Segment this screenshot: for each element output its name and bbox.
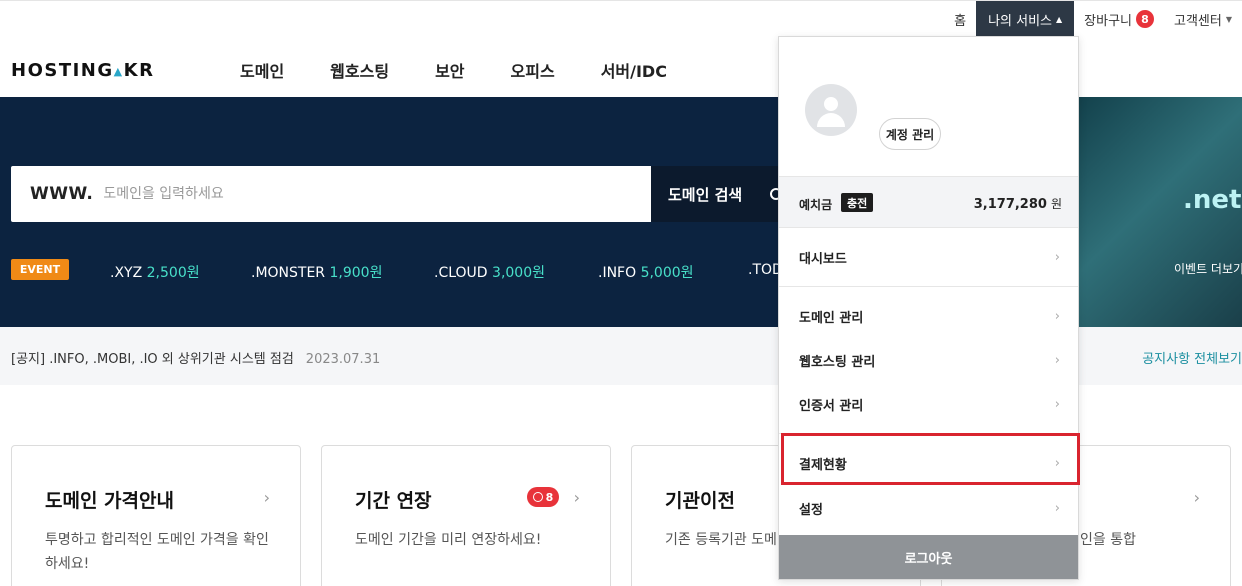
notice-view-all-link[interactable]: 공지사항 전체보기 (1142, 348, 1242, 367)
menu-label: 인증서 관리 (799, 398, 864, 414)
chevron-right-icon: › (1193, 488, 1200, 507)
account-manage-button[interactable]: 계정 관리 (879, 118, 941, 150)
promo-price: 1,900원 (329, 265, 383, 281)
my-service-dropdown: 계정 관리 예치금 충전 3,177,280 원 대시보드 › 도메인 관리 › 웹호… (778, 36, 1079, 580)
promo-monster[interactable]: .MONSTER 1,900원 (251, 262, 382, 282)
menu-cert-manage[interactable]: 인증서 관리 › (779, 382, 1078, 426)
promo-cloud[interactable]: .CLOUD 3,000원 (434, 262, 545, 282)
logo[interactable]: HOSTING▲KR (11, 60, 154, 81)
chevron-right-icon: › (1054, 308, 1060, 324)
my-service-label: 나의 서비스 (988, 13, 1052, 29)
menu-domain-manage[interactable]: 도메인 관리 › (779, 294, 1078, 338)
logo-text-suffix: KR (123, 60, 155, 81)
promo-price: 3,000원 (492, 265, 545, 281)
domain-search-button-label: 도메인 검색 (668, 185, 743, 204)
menu-settings[interactable]: 설정 › (779, 486, 1078, 530)
menu-label: 대시보드 (799, 251, 847, 267)
domain-search-input[interactable] (103, 186, 624, 202)
domain-search-box: WWW. 도메인 검색 (11, 166, 801, 222)
promo-ext: .CLOUD (434, 265, 488, 281)
promo-info[interactable]: .INFO 5,000원 (598, 262, 694, 282)
charge-button[interactable]: 충전 (841, 193, 874, 212)
home-label: 홈 (954, 13, 967, 29)
card-renewal[interactable]: 기간 연장 8 도메인 기간을 미리 연장하세요! › (321, 445, 611, 586)
nav-server-idc[interactable]: 서버/IDC (601, 58, 667, 82)
chevron-right-icon: › (573, 488, 580, 507)
net-event-banner[interactable]: .net 이벤트 더보기 (1078, 97, 1242, 327)
profile-section: 계정 관리 (779, 37, 1078, 176)
deposit-label: 예치금 (799, 198, 833, 212)
payment-status-highlight-box (781, 433, 1080, 485)
banner-event-more[interactable]: 이벤트 더보기 (1174, 260, 1242, 277)
chevron-right-icon: › (1054, 396, 1060, 412)
card-domain-price[interactable]: 도메인 가격안내 투명하고 합리적인 도메인 가격을 확인하세요! › (11, 445, 301, 586)
avatar (805, 84, 857, 136)
deposit-unit: 원 (1050, 197, 1062, 211)
card-desc: 인을 통합 (1080, 532, 1136, 548)
banner-net-text: .net (1183, 185, 1242, 215)
promo-ext: .INFO (598, 265, 637, 281)
logo-triangle-icon: ▲ (113, 65, 124, 78)
card-title: 기간 연장 (355, 490, 432, 512)
promo-price: 2,500원 (146, 265, 200, 281)
clock-icon (532, 492, 543, 502)
deposit-amount: 3,177,280 원 (974, 195, 1062, 212)
user-icon-head (824, 97, 838, 111)
my-service-menu[interactable]: 나의 서비스 ▲ (976, 1, 1075, 37)
nav-office[interactable]: 오피스 (511, 58, 555, 82)
home-link[interactable]: 홈 (944, 1, 976, 37)
chevron-right-icon: › (1054, 352, 1060, 368)
logo-text-main: HOSTING (11, 60, 114, 81)
card-desc: 투명하고 합리적인 도메인 가격을 확인하세요! (45, 532, 269, 572)
card-desc: 도메인 기간을 미리 연장하세요! (355, 532, 542, 548)
nav-domain[interactable]: 도메인 (240, 58, 284, 82)
nav-security[interactable]: 보안 (435, 58, 464, 82)
menu-hosting-manage[interactable]: 웹호스팅 관리 › (779, 338, 1078, 382)
notice-date: 2023.07.31 (305, 352, 381, 367)
cart-count-badge: 8 (1136, 10, 1154, 28)
main-nav: 도메인 웹호스팅 보안 오피스 서버/IDC (240, 58, 713, 82)
menu-dashboard[interactable]: 대시보드 › (779, 235, 1078, 279)
promo-price: 5,000원 (640, 265, 694, 281)
chevron-right-icon: › (1054, 500, 1060, 516)
promo-ext: .MONSTER (251, 265, 326, 281)
support-link[interactable]: 고객센터 ▼ (1164, 1, 1242, 37)
utility-menu: 홈 나의 서비스 ▲ 장바구니 8 고객센터 ▼ (944, 1, 1242, 37)
promo-xyz[interactable]: .XYZ 2,500원 (110, 262, 200, 282)
menu-label: 설정 (799, 502, 823, 518)
deposit-row: 예치금 충전 3,177,280 원 (779, 176, 1078, 228)
logout-button[interactable]: 로그아웃 (779, 535, 1078, 579)
event-tag: EVENT (11, 259, 69, 280)
card-title: 도메인 가격안내 (45, 490, 174, 512)
divider (779, 286, 1078, 287)
renewal-count: 8 (545, 490, 554, 504)
cart-label: 장바구니 (1084, 13, 1132, 29)
promo-ext: .XYZ (110, 265, 143, 281)
nav-webhosting[interactable]: 웹호스팅 (330, 58, 389, 82)
deposit-value: 3,177,280 (973, 197, 1047, 212)
utility-bar: 홈 나의 서비스 ▲ 장바구니 8 고객센터 ▼ (0, 0, 1242, 37)
caret-down-icon: ▼ (1225, 14, 1232, 24)
cart-link[interactable]: 장바구니 8 (1074, 1, 1164, 37)
support-label: 고객센터 (1174, 13, 1222, 29)
chevron-right-icon: › (263, 488, 270, 507)
card-title: 기관이전 (665, 490, 735, 512)
chevron-right-icon: › (1054, 249, 1060, 265)
notice-item[interactable]: [공지] .INFO, .MOBI, .IO 외 상위기관 시스템 점검 2023… (11, 348, 380, 367)
menu-label: 웹호스팅 관리 (799, 354, 876, 370)
menu-label: 도메인 관리 (799, 310, 864, 326)
renewal-count-badge: 8 (527, 487, 559, 507)
notice-text: [공지] .INFO, .MOBI, .IO 외 상위기관 시스템 점검 (11, 352, 294, 367)
user-icon-body (817, 113, 845, 127)
caret-up-icon: ▲ (1056, 14, 1063, 24)
www-prefix: WWW. (30, 184, 94, 204)
